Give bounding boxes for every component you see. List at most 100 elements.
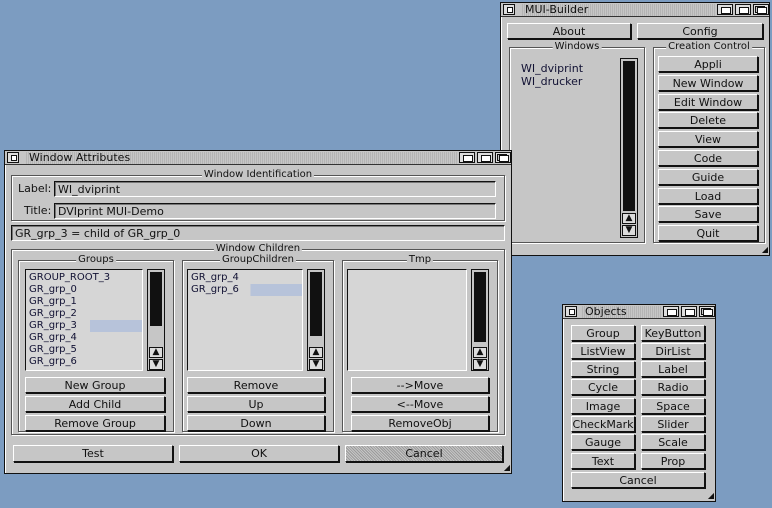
arrow-up-icon[interactable]: ▲ <box>473 347 487 358</box>
depth-icon[interactable] <box>699 306 715 317</box>
move-left-button[interactable]: <--Move <box>351 396 489 412</box>
iconify-icon[interactable] <box>717 4 733 15</box>
remove-button[interactable]: Remove <box>187 377 325 393</box>
cycle-button[interactable]: Cycle <box>571 379 635 395</box>
groups-label: Groups <box>76 254 116 266</box>
mui-builder-titlebar[interactable]: MUI-Builder <box>501 3 769 17</box>
arrow-down-icon[interactable]: ▼ <box>309 359 323 370</box>
groups-list[interactable]: GROUP_ROOT_3 GR_grp_0 GR_grp_1 GR_grp_2 … <box>25 269 143 371</box>
zoom-icon[interactable] <box>681 306 697 317</box>
window-attributes-titlebar[interactable]: Window Attributes <box>5 151 511 165</box>
scroll-knob[interactable] <box>474 272 486 342</box>
title-field[interactable]: DVIprint MUI-Demo <box>54 203 496 219</box>
new-group-button[interactable]: New Group <box>25 377 165 393</box>
scroll-knob[interactable] <box>310 272 322 336</box>
guide-button[interactable]: Guide <box>658 169 758 185</box>
string-button[interactable]: String <box>571 361 635 377</box>
arrow-down-icon[interactable]: ▼ <box>622 225 636 236</box>
label-caption: Label: <box>18 182 52 195</box>
close-icon[interactable] <box>7 152 19 163</box>
depth-icon[interactable] <box>753 4 769 15</box>
keybutton-button[interactable]: KeyButton <box>641 325 705 341</box>
new-window-button[interactable]: New Window <box>658 75 758 91</box>
windows-list[interactable]: WI_dviprint WI_drucker <box>518 56 616 238</box>
identification-label: Window Identification <box>201 169 315 181</box>
zoom-icon[interactable] <box>735 4 751 15</box>
iconify-icon[interactable] <box>663 306 679 317</box>
iconify-icon[interactable] <box>459 152 475 163</box>
list-item[interactable]: WI_dviprint <box>518 62 616 75</box>
code-button[interactable]: Code <box>658 150 758 166</box>
group-button[interactable]: Group <box>571 325 635 341</box>
config-button[interactable]: Config <box>637 23 763 39</box>
view-button[interactable]: View <box>658 131 758 147</box>
quit-button[interactable]: Quit <box>658 225 758 241</box>
list-item[interactable]: GR_grp_1 <box>26 296 142 308</box>
listview-button[interactable]: ListView <box>571 343 635 359</box>
label-button[interactable]: Label <box>641 361 705 377</box>
list-item[interactable]: GR_grp_5 <box>26 344 142 356</box>
arrow-up-icon[interactable]: ▲ <box>309 347 323 358</box>
label-field[interactable]: WI_dviprint <box>54 181 496 197</box>
image-button[interactable]: Image <box>571 398 635 414</box>
list-item[interactable]: WI_drucker <box>518 75 616 88</box>
add-child-button[interactable]: Add Child <box>25 396 165 412</box>
slider-button[interactable]: Slider <box>641 416 705 432</box>
space-button[interactable]: Space <box>641 398 705 414</box>
list-item[interactable]: GROUP_ROOT_3 <box>26 272 142 284</box>
list-item[interactable]: GR_grp_6 <box>188 284 302 296</box>
close-icon[interactable] <box>565 306 577 317</box>
objects-cancel-button[interactable]: Cancel <box>571 472 705 488</box>
group-children-scrollbar[interactable]: ▲ ▼ <box>307 269 325 371</box>
move-right-button[interactable]: -->Move <box>351 377 489 393</box>
appli-button[interactable]: Appli <box>658 56 758 72</box>
depth-icon[interactable] <box>495 152 511 163</box>
prop-button[interactable]: Prop <box>641 453 705 469</box>
arrow-down-icon[interactable]: ▼ <box>149 359 163 370</box>
test-button[interactable]: Test <box>13 445 173 462</box>
scale-button[interactable]: Scale <box>641 434 705 450</box>
tmp-scrollbar[interactable]: ▲ ▼ <box>471 269 489 371</box>
arrow-up-icon[interactable]: ▲ <box>149 347 163 358</box>
groups-frame: Groups GROUP_ROOT_3 GR_grp_0 GR_grp_1 GR… <box>18 254 174 432</box>
resize-icon[interactable]: ◢ <box>498 463 510 472</box>
groups-scrollbar[interactable]: ▲ ▼ <box>147 269 165 371</box>
text-button[interactable]: Text <box>571 453 635 469</box>
windows-scrollbar[interactable]: ▲ ▼ <box>620 58 638 238</box>
list-item[interactable]: GR_grp_3 <box>26 320 142 332</box>
edit-window-button[interactable]: Edit Window <box>658 94 758 110</box>
remove-group-button[interactable]: Remove Group <box>25 415 165 431</box>
about-button[interactable]: About <box>507 23 631 39</box>
tmp-list[interactable] <box>347 269 467 371</box>
dirlist-button[interactable]: DirList <box>641 343 705 359</box>
group-children-list[interactable]: GR_grp_4 GR_grp_6 <box>187 269 303 371</box>
scroll-knob[interactable] <box>623 61 635 211</box>
objects-window: Objects Group KeyButton ListView DirList… <box>562 304 716 502</box>
window-title: Objects <box>581 305 661 318</box>
list-item[interactable]: GR_grp_6 <box>26 356 142 368</box>
resize-icon[interactable]: ◢ <box>702 491 714 500</box>
down-button[interactable]: Down <box>187 415 325 431</box>
zoom-icon[interactable] <box>477 152 493 163</box>
checkmark-button[interactable]: CheckMark <box>571 416 635 432</box>
gauge-button[interactable]: Gauge <box>571 434 635 450</box>
window-attributes-window: Window Attributes Window Identification … <box>4 150 512 474</box>
cancel-button[interactable]: Cancel <box>345 445 503 462</box>
scroll-knob[interactable] <box>150 272 162 326</box>
save-button[interactable]: Save <box>658 206 758 222</box>
objects-titlebar[interactable]: Objects <box>563 305 715 319</box>
list-item[interactable]: GR_grp_0 <box>26 284 142 296</box>
resize-icon[interactable]: ◢ <box>756 245 768 254</box>
arrow-down-icon[interactable]: ▼ <box>473 359 487 370</box>
delete-button[interactable]: Delete <box>658 112 758 128</box>
ok-button[interactable]: OK <box>179 445 339 462</box>
list-item[interactable]: GR_grp_2 <box>26 308 142 320</box>
radio-button[interactable]: Radio <box>641 379 705 395</box>
arrow-up-icon[interactable]: ▲ <box>622 213 636 224</box>
load-button[interactable]: Load <box>658 188 758 204</box>
remove-obj-button[interactable]: RemoveObj <box>351 415 489 431</box>
list-item[interactable]: GR_grp_4 <box>188 272 302 284</box>
up-button[interactable]: Up <box>187 396 325 412</box>
close-icon[interactable] <box>503 4 515 15</box>
list-item[interactable]: GR_grp_4 <box>26 332 142 344</box>
